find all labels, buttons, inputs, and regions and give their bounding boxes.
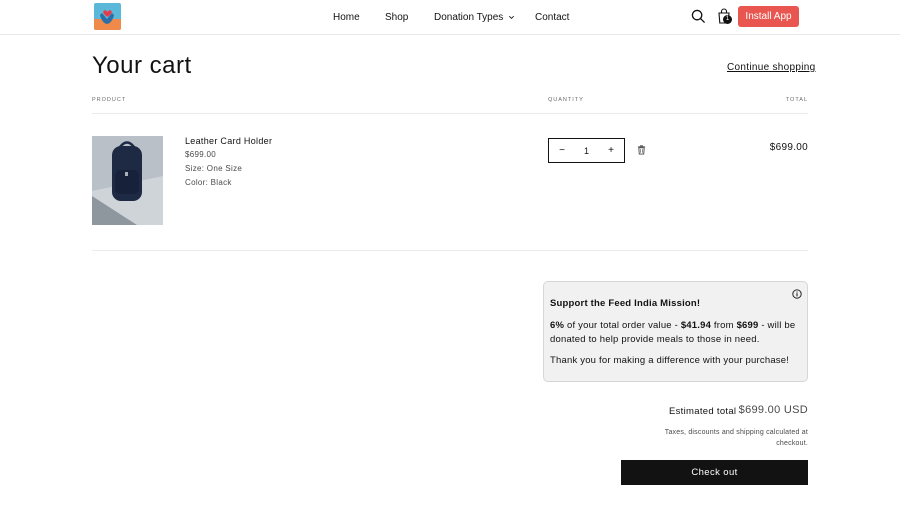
search-icon[interactable] <box>691 9 706 24</box>
donation-thanks: Thank you for making a difference with y… <box>550 355 790 366</box>
column-header-total: TOTAL <box>785 97 808 103</box>
item-color: Color: Black <box>185 178 232 187</box>
item-name[interactable]: Leather Card Holder <box>185 136 272 146</box>
continue-shopping-link[interactable]: Continue shopping <box>727 62 816 73</box>
checkout-button[interactable]: Check out <box>621 460 808 485</box>
cart-count-badge: 1 <box>723 15 732 24</box>
nav-donation-types[interactable]: Donation Types <box>434 0 515 34</box>
nav-contact-label: Contact <box>535 11 570 23</box>
donation-description: 6% of your total order value - $41.94 fr… <box>550 319 802 347</box>
quantity-value[interactable]: 1 <box>584 146 589 156</box>
donation-notice: Support the Feed India Mission! 6% of yo… <box>543 281 808 382</box>
donation-title: Support the Feed India Mission! <box>550 298 701 309</box>
info-icon[interactable] <box>792 289 802 299</box>
store-logo[interactable] <box>94 3 121 30</box>
donation-percent: 6% <box>550 320 565 331</box>
nav-contact[interactable]: Contact <box>535 0 569 34</box>
divider <box>92 250 808 251</box>
site-header: Home Shop Donation Types Contact 1 Insta… <box>0 0 900 35</box>
divider <box>92 113 808 114</box>
item-price: $699.00 <box>185 150 217 159</box>
quantity-stepper: − 1 + <box>548 138 625 163</box>
line-item-total: $699.00 <box>769 142 808 153</box>
donation-text-1: of your total order value - <box>564 320 681 331</box>
column-header-product: PRODUCT <box>92 97 127 103</box>
nav-home[interactable]: Home <box>333 0 360 34</box>
nav-home-label: Home <box>333 11 360 23</box>
column-header-quantity: QUANTITY <box>548 97 584 103</box>
trash-icon[interactable] <box>637 145 646 155</box>
logo-image <box>94 3 121 30</box>
estimated-total-label: Estimated total <box>669 406 737 417</box>
page-title: Your cart <box>92 52 192 79</box>
chevron-down-icon <box>509 15 515 19</box>
product-image[interactable] <box>92 136 163 225</box>
decrease-quantity-button[interactable]: − <box>557 145 567 156</box>
backpack-photo <box>92 136 163 225</box>
donation-order-value: $699 <box>736 320 759 331</box>
nav-donation-types-label: Donation Types <box>434 11 504 23</box>
nav-shop[interactable]: Shop <box>385 0 408 34</box>
donation-text-2: from <box>711 320 737 331</box>
increase-quantity-button[interactable]: + <box>606 145 616 156</box>
estimated-total-value: $699.00 USD <box>738 404 808 416</box>
item-size: Size: One Size <box>185 164 243 173</box>
install-app-button[interactable]: Install App <box>738 6 799 27</box>
nav-shop-label: Shop <box>385 11 409 23</box>
donation-amount: $41.94 <box>680 320 712 331</box>
tax-note: Taxes, discounts and shipping calculated… <box>664 429 808 447</box>
